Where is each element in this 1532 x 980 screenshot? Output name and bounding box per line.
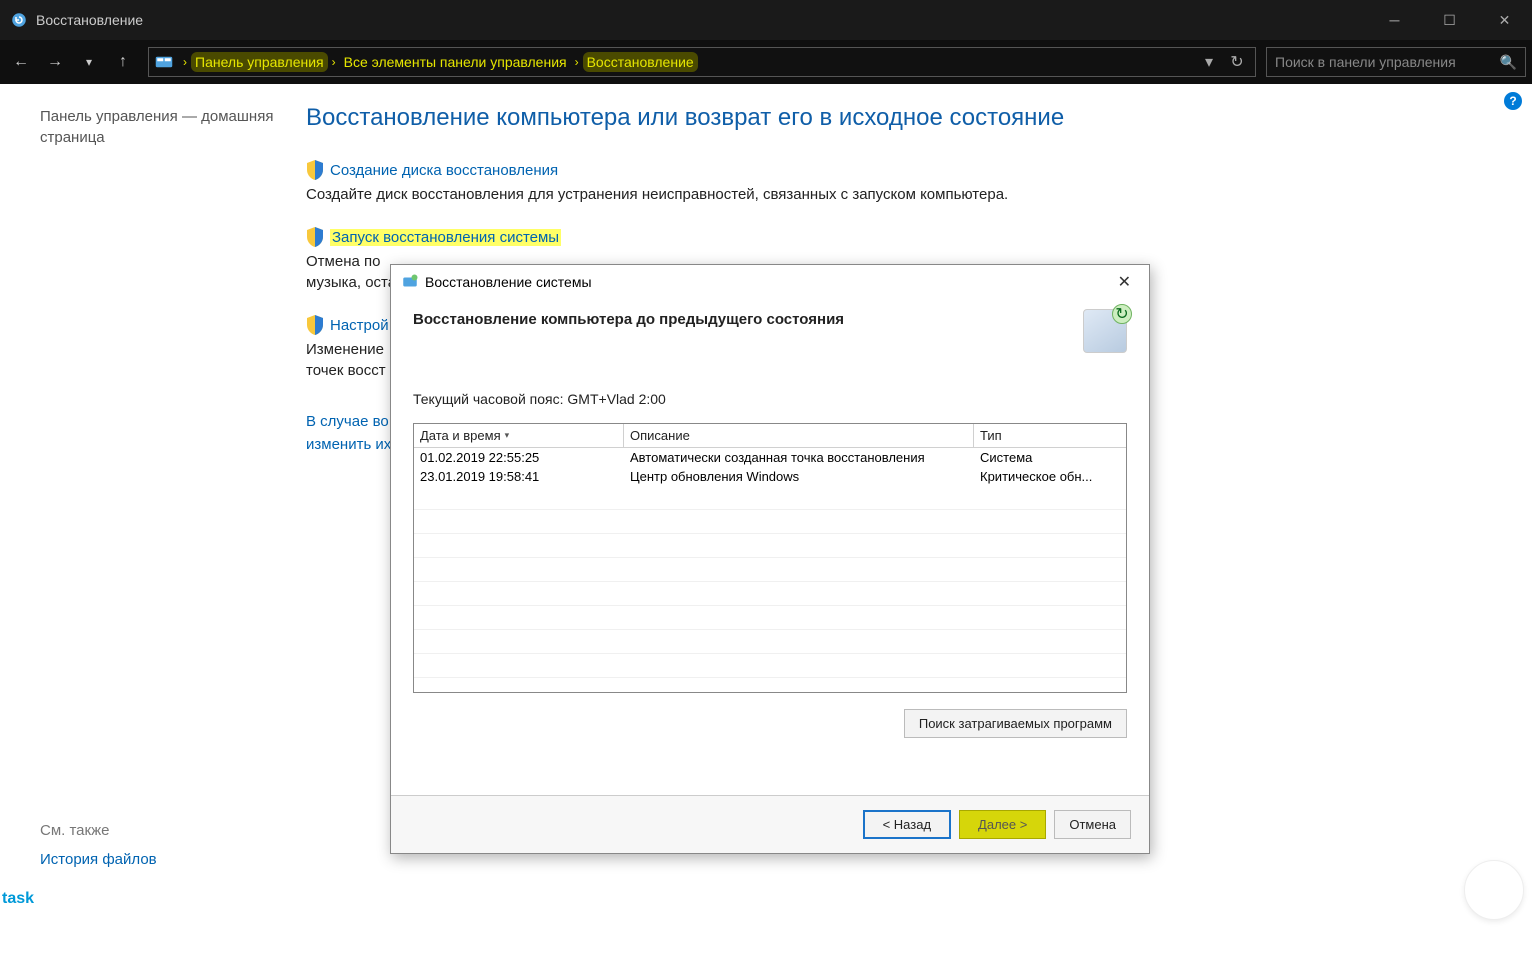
task-label: task	[0, 890, 34, 908]
sidebar-home-link[interactable]: Панель управления — домашняя страница	[40, 106, 276, 148]
breadcrumb[interactable]: › Панель управления › Все элементы панел…	[148, 47, 1256, 77]
window-controls: ─ ☐ ✕	[1367, 0, 1532, 40]
dropdown-history-button[interactable]: ▾	[74, 47, 104, 77]
restore-large-icon	[1083, 309, 1127, 353]
cancel-button[interactable]: Отмена	[1054, 810, 1131, 839]
system-restore-link[interactable]: Запуск восстановления системы	[330, 229, 561, 246]
refresh-button[interactable]: ↻	[1225, 50, 1249, 74]
close-button[interactable]: ✕	[1477, 0, 1532, 40]
up-button[interactable]: ↑	[108, 47, 138, 77]
shield-icon	[306, 315, 324, 335]
file-history-link[interactable]: История файлов	[40, 851, 276, 868]
system-restore-dialog: Восстановление системы ✕ Восстановление …	[390, 264, 1150, 854]
configure-link[interactable]: Настрой	[330, 317, 389, 334]
corner-bubble[interactable]	[1464, 860, 1524, 920]
cell-type: Система	[974, 448, 1126, 467]
shield-icon	[306, 160, 324, 180]
col-datetime-label: Дата и время	[420, 428, 501, 443]
forward-button[interactable]: →	[40, 47, 70, 77]
dialog-titlebar: Восстановление системы ✕	[391, 265, 1149, 299]
maximize-button[interactable]: ☐	[1422, 0, 1477, 40]
address-bar: ← → ▾ ↑ › Панель управления › Все элемен…	[0, 40, 1532, 84]
chevron-right-icon: ›	[571, 55, 583, 69]
search-input[interactable]: Поиск в панели управления 🔍	[1266, 47, 1526, 77]
cell-datetime: 23.01.2019 19:58:41	[414, 467, 624, 486]
search-placeholder: Поиск в панели управления	[1275, 54, 1500, 70]
crumb-recovery[interactable]: Восстановление	[583, 52, 698, 72]
breadcrumb-dropdown-button[interactable]: ▾	[1197, 50, 1221, 74]
affected-programs-button[interactable]: Поиск затрагиваемых программ	[904, 709, 1127, 738]
sidebar: Панель управления — домашняя страница См…	[0, 84, 300, 980]
sort-desc-icon: ▾	[505, 430, 510, 441]
window-title: Восстановление	[36, 12, 1367, 28]
search-icon: 🔍	[1500, 54, 1517, 71]
recovery-icon	[10, 11, 28, 29]
see-also-label: См. также	[40, 822, 276, 839]
cell-description: Автоматически созданная точка восстановл…	[624, 448, 974, 467]
shield-icon	[306, 227, 324, 247]
dialog-heading: Восстановление компьютера до предыдущего…	[413, 309, 1083, 328]
back-button[interactable]: < Назад	[863, 810, 951, 839]
minimize-button[interactable]: ─	[1367, 0, 1422, 40]
create-disk-desc: Создайте диск восстановления для устране…	[306, 184, 1462, 205]
dialog-title: Восстановление системы	[425, 274, 1110, 290]
cell-type: Критическое обн...	[974, 467, 1126, 486]
breadcrumb-tail: ▾ ↻	[698, 50, 1249, 74]
crumb-control-panel[interactable]: Панель управления	[191, 52, 328, 72]
next-button[interactable]: Далее >	[959, 810, 1046, 839]
dialog-close-button[interactable]: ✕	[1110, 268, 1139, 296]
table-body: 01.02.2019 22:55:25 Автоматически создан…	[414, 448, 1126, 692]
dialog-mid-actions: Поиск затрагиваемых программ	[413, 709, 1127, 738]
timezone-line: Текущий часовой пояс: GMT+Vlad 2:00	[413, 391, 1127, 407]
cell-datetime: 01.02.2019 22:55:25	[414, 448, 624, 467]
cell-description: Центр обновления Windows	[624, 467, 974, 486]
dialog-footer: < Назад Далее > Отмена	[391, 795, 1149, 853]
create-disk-link[interactable]: Создание диска восстановления	[330, 162, 558, 179]
page-heading: Восстановление компьютера или возврат ег…	[306, 104, 1462, 132]
restore-points-table[interactable]: Дата и время ▾ Описание Тип 01.02.2019 2…	[413, 423, 1127, 693]
col-description[interactable]: Описание	[624, 424, 974, 447]
title-bar: Восстановление ─ ☐ ✕	[0, 0, 1532, 40]
col-datetime[interactable]: Дата и время ▾	[414, 424, 624, 447]
table-header: Дата и время ▾ Описание Тип	[414, 424, 1126, 448]
dialog-header: Восстановление компьютера до предыдущего…	[391, 299, 1149, 367]
crumb-all-items[interactable]: Все элементы панели управления	[340, 52, 571, 72]
dialog-body: Текущий часовой пояс: GMT+Vlad 2:00 Дата…	[391, 367, 1149, 795]
chevron-right-icon: ›	[328, 55, 340, 69]
table-row[interactable]: 01.02.2019 22:55:25 Автоматически создан…	[414, 448, 1126, 467]
control-panel-icon	[155, 54, 173, 70]
restore-icon	[401, 273, 419, 291]
back-button[interactable]: ←	[6, 47, 36, 77]
chevron-right-icon: ›	[179, 55, 191, 69]
col-type[interactable]: Тип	[974, 424, 1126, 447]
option-create-disk: Создание диска восстановления Создайте д…	[306, 160, 1462, 205]
table-row[interactable]: 23.01.2019 19:58:41 Центр обновления Win…	[414, 467, 1126, 486]
